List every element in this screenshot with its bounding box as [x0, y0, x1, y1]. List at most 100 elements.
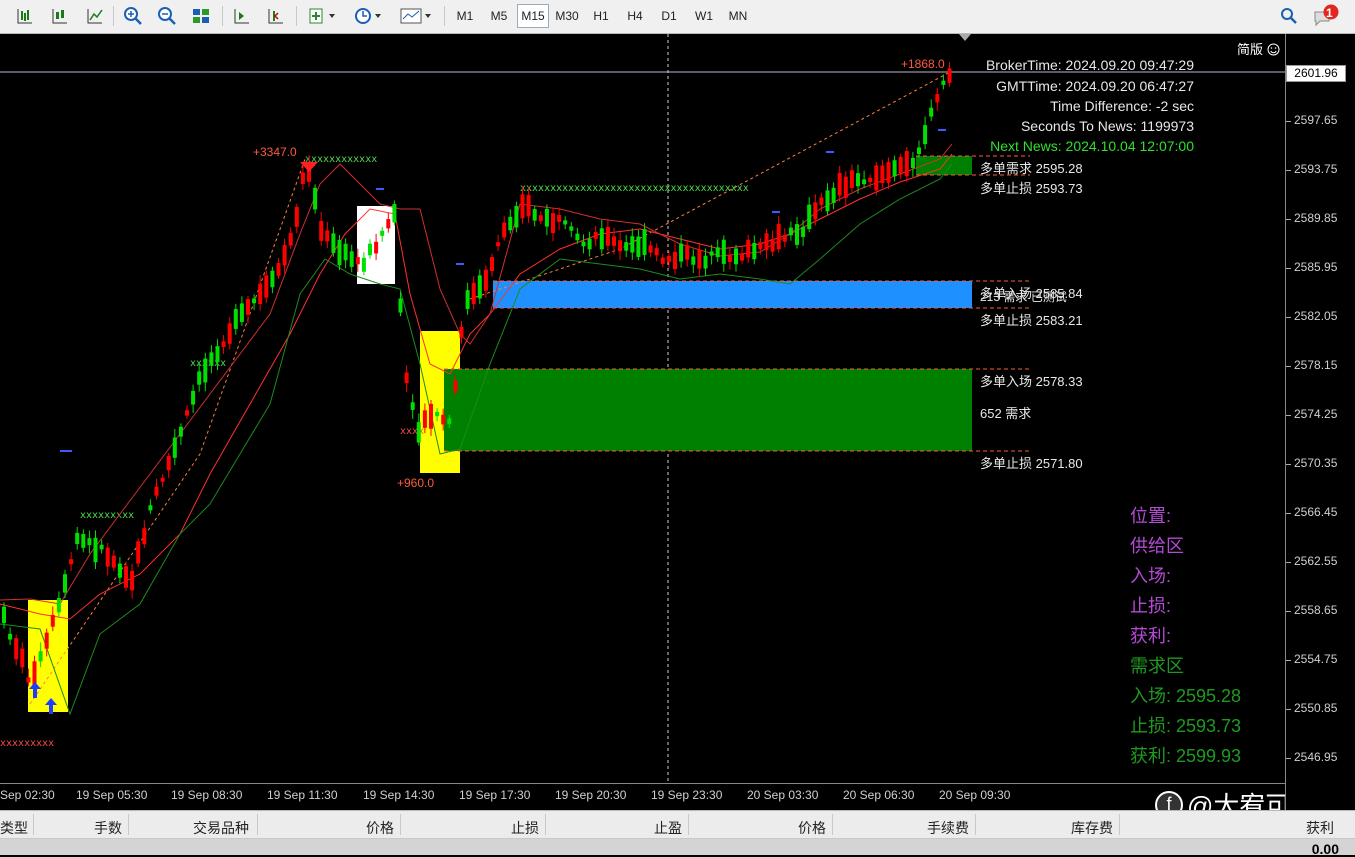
candle-body — [20, 648, 25, 668]
timeframe-d1[interactable]: D1 — [653, 4, 685, 28]
time-label: 19 Sep 17:30 — [459, 788, 531, 802]
time-label: 20 Sep 06:30 — [843, 788, 915, 802]
price-axis-tick — [1286, 219, 1291, 220]
zone2-demand: 213 需求 已测试 — [980, 290, 1067, 304]
periods-icon[interactable] — [350, 4, 386, 28]
candle-body — [624, 242, 629, 251]
price-axis-label: 2566.45 — [1294, 505, 1338, 519]
timeframe-h1[interactable]: H1 — [585, 4, 617, 28]
price-axis[interactable]: 2601.96 2597.65 2593.75 2589.85 2585.95 2582.… — [1285, 34, 1355, 810]
timeframe-h4[interactable]: H4 — [619, 4, 651, 28]
timeframe-m1[interactable]: M1 — [449, 4, 481, 28]
candle-body — [136, 541, 141, 564]
candle-body — [551, 213, 555, 234]
demand-zone-bottom — [444, 369, 972, 451]
candle-body — [191, 390, 196, 405]
bar-chart-icon[interactable] — [12, 4, 38, 28]
candle-body — [544, 208, 549, 227]
price-axis-label: 2589.85 — [1294, 211, 1338, 225]
candle-body — [32, 661, 37, 687]
candle-body — [319, 220, 324, 241]
notification-count: 1 — [1326, 6, 1333, 20]
price-axis-tick — [1286, 415, 1291, 416]
svg-text:xxxxxx: xxxxxx — [190, 358, 226, 369]
timeframe-mn[interactable]: MN — [722, 4, 754, 28]
col-lots[interactable]: 手数 — [94, 818, 122, 838]
candle-body — [288, 232, 293, 246]
col-profit[interactable]: 获利 — [1306, 818, 1334, 838]
tile-windows-icon[interactable] — [188, 4, 214, 28]
candle-body — [575, 233, 580, 241]
zone3-stop: 多单止损 2571.80 — [980, 456, 1083, 471]
timeframe-m5[interactable]: M5 — [483, 4, 515, 28]
col-current-price[interactable]: 价格 — [798, 818, 826, 838]
candle-body — [239, 303, 244, 322]
templates-icon[interactable] — [396, 4, 436, 28]
candle-body — [56, 597, 61, 613]
candle-body — [514, 205, 519, 228]
col-type[interactable]: 类型 — [0, 818, 28, 838]
mode-label[interactable]: 简版 — [1237, 39, 1280, 58]
next-news: Next News: 2024.10.04 12:07:00 — [990, 138, 1194, 154]
auto-scroll-icon[interactable] — [229, 4, 255, 28]
candle-body — [746, 239, 751, 258]
indicators-icon[interactable] — [304, 4, 340, 28]
col-commission[interactable]: 手续费 — [927, 818, 969, 838]
price-axis-label: 2574.25 — [1294, 407, 1338, 421]
candle-body — [172, 437, 177, 458]
price-axis-tick — [1286, 268, 1291, 269]
candle-body — [788, 227, 793, 236]
candlestick-icon[interactable] — [47, 4, 73, 28]
col-tp[interactable]: 止盈 — [654, 818, 682, 838]
candle-body — [636, 236, 641, 257]
price-chart[interactable]: xxxxxxxxx xxxxxxxxx xxxxxxxxxxxx xxxxxxx… — [0, 34, 1285, 810]
price-axis-tick — [1286, 611, 1291, 612]
candle-body — [313, 187, 318, 210]
candle-body — [654, 248, 659, 256]
gmt-time: GMTTime: 2024.09.20 06:47:27 — [996, 78, 1194, 94]
col-sl[interactable]: 止损 — [511, 818, 539, 838]
chart-shift-marker — [959, 34, 971, 41]
search-icon[interactable] — [1276, 4, 1302, 28]
candle-body — [819, 197, 824, 205]
zoom-in-icon[interactable] — [120, 4, 146, 28]
candle-body — [459, 326, 464, 338]
candle-body — [81, 533, 86, 548]
candle-body — [38, 651, 43, 662]
candle-body — [801, 226, 806, 237]
candle-body — [630, 236, 635, 253]
candle-body — [727, 255, 732, 262]
price-axis-label: 2585.95 — [1294, 260, 1338, 274]
toolbar: M1 M5 M15 M30 H1 H4 D1 W1 MN 1 — [0, 0, 1355, 34]
zoom-out-icon[interactable] — [154, 4, 180, 28]
price-axis-tick — [1286, 758, 1291, 759]
timeframe-m30[interactable]: M30 — [551, 4, 583, 28]
peak-label-low: +960.0 — [397, 476, 435, 490]
col-symbol[interactable]: 交易品种 — [193, 818, 249, 838]
price-axis-label: 2570.35 — [1294, 456, 1338, 470]
col-swap[interactable]: 库存费 — [1071, 818, 1113, 838]
svg-text:xxxxxxxxxxxxxxxxxxxxxxxxxxxxxx: xxxxxxxxxxxxxxxxxxxxxxxxxxxxxxxxxxxxxx — [520, 183, 749, 194]
line-chart-icon[interactable] — [82, 4, 108, 28]
candle-body — [679, 243, 684, 262]
candle-body — [740, 253, 745, 261]
price-axis-tick — [1286, 562, 1291, 563]
terminal-summary-row: 0.00 — [0, 839, 1355, 857]
candle-body — [270, 270, 275, 288]
col-price[interactable]: 价格 — [366, 818, 394, 838]
candle-body — [447, 418, 452, 425]
candle-body — [612, 236, 616, 246]
candle-body — [44, 632, 49, 649]
panel-supply-entry: 入场: — [1130, 566, 1172, 586]
timeframe-m15[interactable]: M15 — [517, 4, 549, 28]
candle-body — [349, 251, 354, 267]
chart-shift-icon[interactable] — [263, 4, 289, 28]
candle-body — [398, 298, 403, 313]
candle-body — [392, 203, 397, 223]
candle-body — [99, 544, 104, 550]
candle-body — [252, 298, 257, 304]
notifications-icon[interactable]: 1 — [1310, 4, 1342, 28]
candle-body — [715, 247, 720, 258]
candle-body — [520, 194, 525, 219]
timeframe-w1[interactable]: W1 — [688, 4, 720, 28]
